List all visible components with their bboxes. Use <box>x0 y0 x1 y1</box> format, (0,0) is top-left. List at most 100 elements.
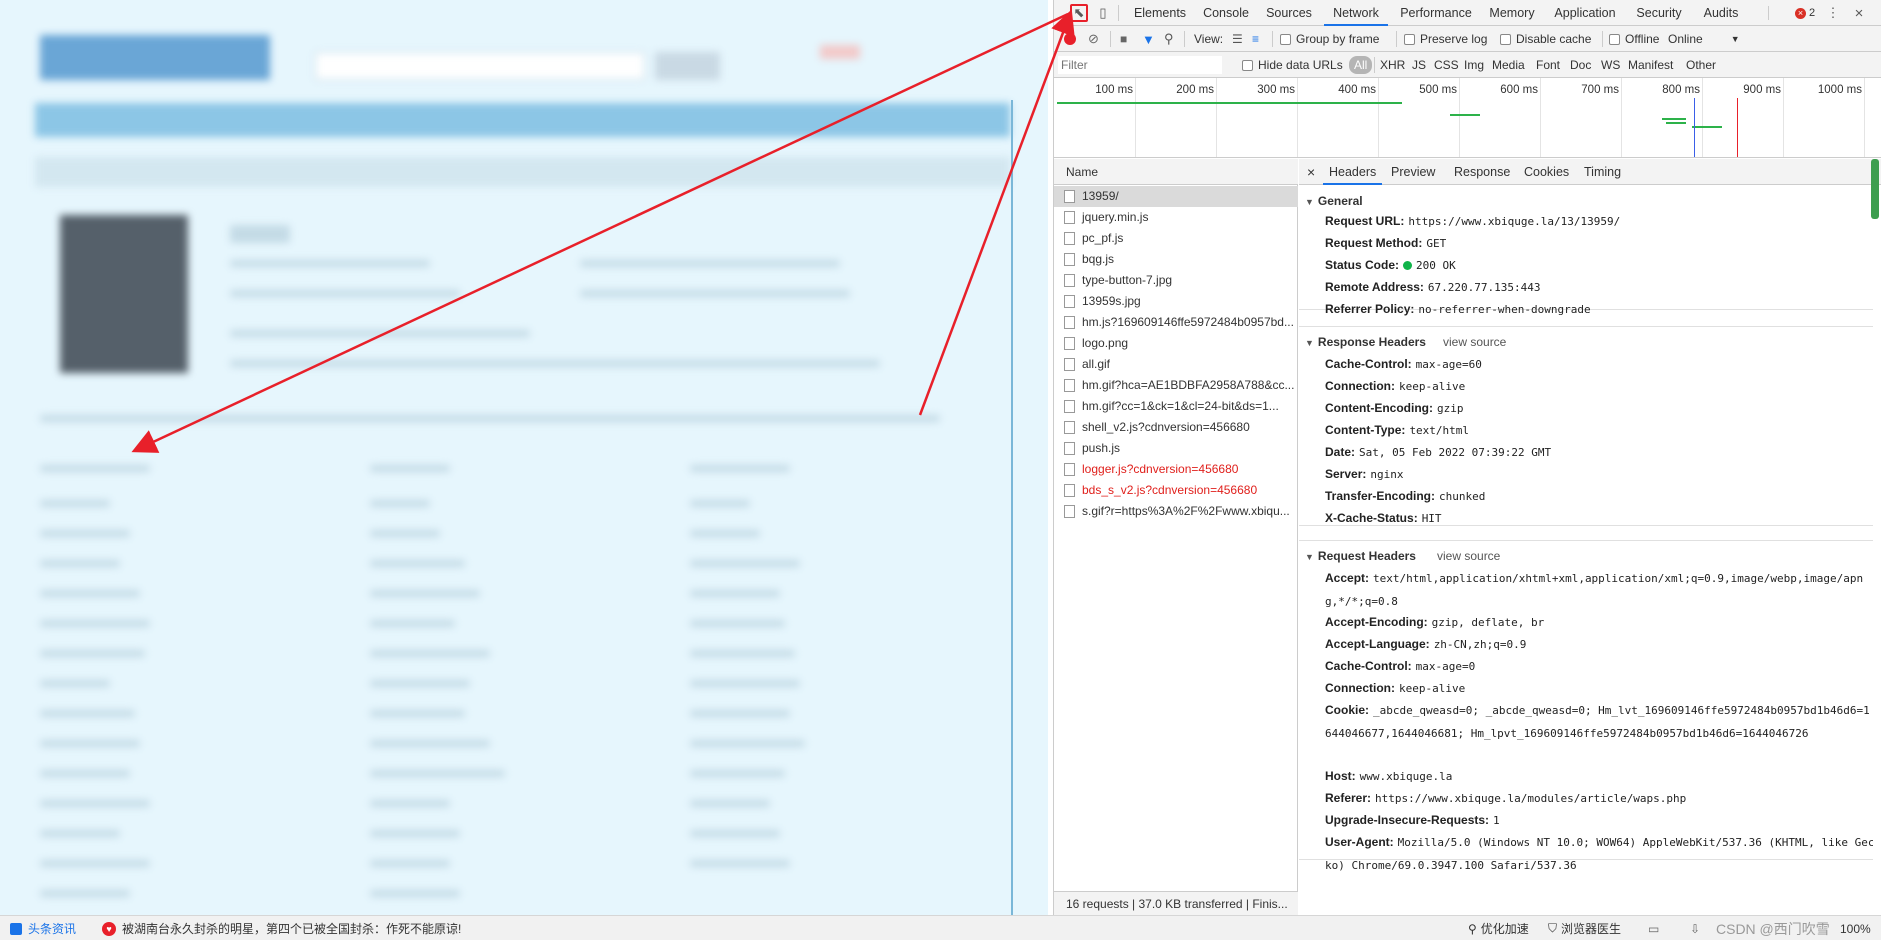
request-row[interactable]: bqg.js <box>1054 249 1298 270</box>
filter-type-manifest[interactable]: Manifest <box>1626 56 1675 74</box>
inspect-element-icon[interactable]: ⬉ <box>1070 4 1088 22</box>
tab-network[interactable]: Network <box>1324 0 1388 26</box>
chevron-down-icon: ▼ <box>1730 34 1740 44</box>
tab-audits[interactable]: Audits <box>1696 0 1746 26</box>
request-row[interactable]: bds_s_v2.js?cdnversion=456680 <box>1054 480 1298 501</box>
request-row[interactable]: hm.gif?hca=AE1BDBFA2958A788&cc... <box>1054 375 1298 396</box>
download-icon[interactable]: ⇩ <box>1690 916 1700 940</box>
tab-cookies[interactable]: Cookies <box>1524 159 1569 185</box>
request-row[interactable]: type-button-7.jpg <box>1054 270 1298 291</box>
filter-type-other[interactable]: Other <box>1684 56 1718 74</box>
header-row: Cache-Control: max-age=0 <box>1325 655 1475 678</box>
tab-headers[interactable]: Headers <box>1323 159 1383 185</box>
close-devtools-icon[interactable]: × <box>1850 4 1868 22</box>
more-options-icon[interactable]: ⋮ <box>1824 4 1842 22</box>
tab-timing[interactable]: Timing <box>1584 159 1621 185</box>
request-row[interactable]: logger.js?cdnversion=456680 <box>1054 459 1298 480</box>
large-rows-icon[interactable]: ☰ <box>1232 26 1243 52</box>
filter-type-media[interactable]: Media <box>1490 56 1527 74</box>
group-by-frame-label: Group by frame <box>1296 32 1380 46</box>
file-icon <box>1064 421 1075 434</box>
tab-preview[interactable]: Preview <box>1391 159 1435 185</box>
header-value: max-age=60 <box>1415 358 1482 371</box>
error-count: 2 <box>1809 7 1816 19</box>
webpage-viewport[interactable] <box>0 0 1048 915</box>
taskbar-icon[interactable]: ▭ <box>1648 916 1659 940</box>
error-counter[interactable]: × 2 <box>1795 6 1815 20</box>
tab-security[interactable]: Security <box>1630 0 1688 26</box>
request-name: pc_pf.js <box>1082 231 1124 245</box>
request-row[interactable]: all.gif <box>1054 354 1298 375</box>
file-icon <box>1064 400 1075 413</box>
filter-type-font[interactable]: Font <box>1534 56 1562 74</box>
filter-icon[interactable]: ▼ <box>1142 26 1155 52</box>
request-row[interactable]: hm.js?169609146ffe5972484b0957bd... <box>1054 312 1298 333</box>
tab-elements[interactable]: Elements <box>1130 0 1190 26</box>
tab-sources[interactable]: Sources <box>1262 0 1316 26</box>
header-key: Transfer-Encoding: <box>1325 489 1436 503</box>
hide-data-urls-checkbox[interactable]: Hide data URLs <box>1242 52 1343 78</box>
header-key: Cache-Control: <box>1325 659 1412 673</box>
filter-type-doc[interactable]: Doc <box>1568 56 1593 74</box>
request-row[interactable]: 13959s.jpg <box>1054 291 1298 312</box>
general-section-toggle[interactable]: ▼ General <box>1305 194 1363 208</box>
file-icon <box>1064 190 1075 203</box>
headline-link[interactable]: ♥ 被湖南台永久封杀的明星，第四个已被全国封杀：作死不能原谅! <box>102 916 461 940</box>
speedup-button[interactable]: ⚲ 优化加速 <box>1468 916 1529 940</box>
news-button[interactable]: 头条资讯 <box>10 916 76 940</box>
detail-scrollbar[interactable] <box>1871 159 1879 219</box>
header-row: Host: www.xbiquge.la <box>1325 765 1452 788</box>
device-toolbar-icon[interactable]: ▯ <box>1094 4 1112 22</box>
close-detail-icon[interactable]: × <box>1307 159 1315 185</box>
filter-type-xhr[interactable]: XHR <box>1378 56 1407 74</box>
record-button[interactable] <box>1064 26 1076 52</box>
header-row: Remote Address: 67.220.77.135:443 <box>1325 276 1541 299</box>
request-name: logo.png <box>1082 336 1129 350</box>
doctor-button[interactable]: ⛉ 浏览器医生 <box>1548 916 1621 940</box>
waterfall-icon[interactable]: ≡ <box>1252 26 1259 52</box>
request-section-toggle[interactable]: ▼ Request Headers <box>1305 549 1416 563</box>
preserve-log-checkbox[interactable]: Preserve log <box>1404 26 1487 52</box>
throttle-select[interactable]: Online ▼ <box>1668 26 1740 52</box>
header-key: Content-Encoding: <box>1325 401 1433 415</box>
filter-type-img[interactable]: Img <box>1462 56 1486 74</box>
disable-cache-checkbox[interactable]: Disable cache <box>1500 26 1591 52</box>
filter-input[interactable] <box>1058 56 1222 74</box>
filter-type-ws[interactable]: WS <box>1599 56 1622 74</box>
request-row[interactable]: push.js <box>1054 438 1298 459</box>
header-value: Mozilla/5.0 (Windows NT 10.0; WOW64) App… <box>1325 836 1873 872</box>
screenshot-capture-icon[interactable]: ■ <box>1120 26 1127 52</box>
request-row[interactable]: hm.gif?cc=1&ck=1&cl=24-bit&ds=1... <box>1054 396 1298 417</box>
filter-type-css[interactable]: CSS <box>1432 56 1461 74</box>
tab-memory[interactable]: Memory <box>1484 0 1540 26</box>
response-section-toggle[interactable]: ▼ Response Headers <box>1305 335 1426 349</box>
request-row[interactable]: 13959/ <box>1054 186 1298 207</box>
request-row[interactable]: shell_v2.js?cdnversion=456680 <box>1054 417 1298 438</box>
request-name: s.gif?r=https%3A%2F%2Fwww.xbiqu... <box>1082 504 1290 518</box>
request-row[interactable]: s.gif?r=https%3A%2F%2Fwww.xbiqu... <box>1054 501 1298 522</box>
header-row: Request Method: GET <box>1325 232 1446 255</box>
header-key: Server: <box>1325 467 1367 481</box>
view-source-link[interactable]: view source <box>1443 335 1506 349</box>
filter-type-all[interactable]: All <box>1349 56 1373 74</box>
filter-type-js[interactable]: JS <box>1410 56 1428 74</box>
header-key: Remote Address: <box>1325 280 1424 294</box>
group-by-frame-checkbox[interactable]: Group by frame <box>1280 26 1379 52</box>
search-icon[interactable]: ⚲ <box>1164 26 1174 52</box>
view-source-link[interactable]: view source <box>1437 549 1500 563</box>
request-row[interactable]: logo.png <box>1054 333 1298 354</box>
offline-checkbox[interactable]: Offline <box>1609 26 1659 52</box>
tab-response[interactable]: Response <box>1454 159 1510 185</box>
clear-icon[interactable]: ⊘ <box>1088 26 1099 52</box>
header-value: Sat, 05 Feb 2022 07:39:22 GMT <box>1359 446 1552 459</box>
request-row[interactable]: pc_pf.js <box>1054 228 1298 249</box>
name-column-header[interactable]: Name <box>1054 159 1298 185</box>
network-overview-timeline[interactable]: 100 ms 200 ms 300 ms 400 ms 500 ms 600 m… <box>1054 78 1881 158</box>
tab-application[interactable]: Application <box>1548 0 1622 26</box>
request-row[interactable]: jquery.min.js <box>1054 207 1298 228</box>
tab-performance[interactable]: Performance <box>1396 0 1476 26</box>
tab-console[interactable]: Console <box>1199 0 1253 26</box>
zoom-level[interactable]: 100% <box>1840 916 1871 940</box>
request-detail-panel: × Headers Preview Response Cookies Timin… <box>1299 159 1881 915</box>
file-icon <box>1064 211 1075 224</box>
